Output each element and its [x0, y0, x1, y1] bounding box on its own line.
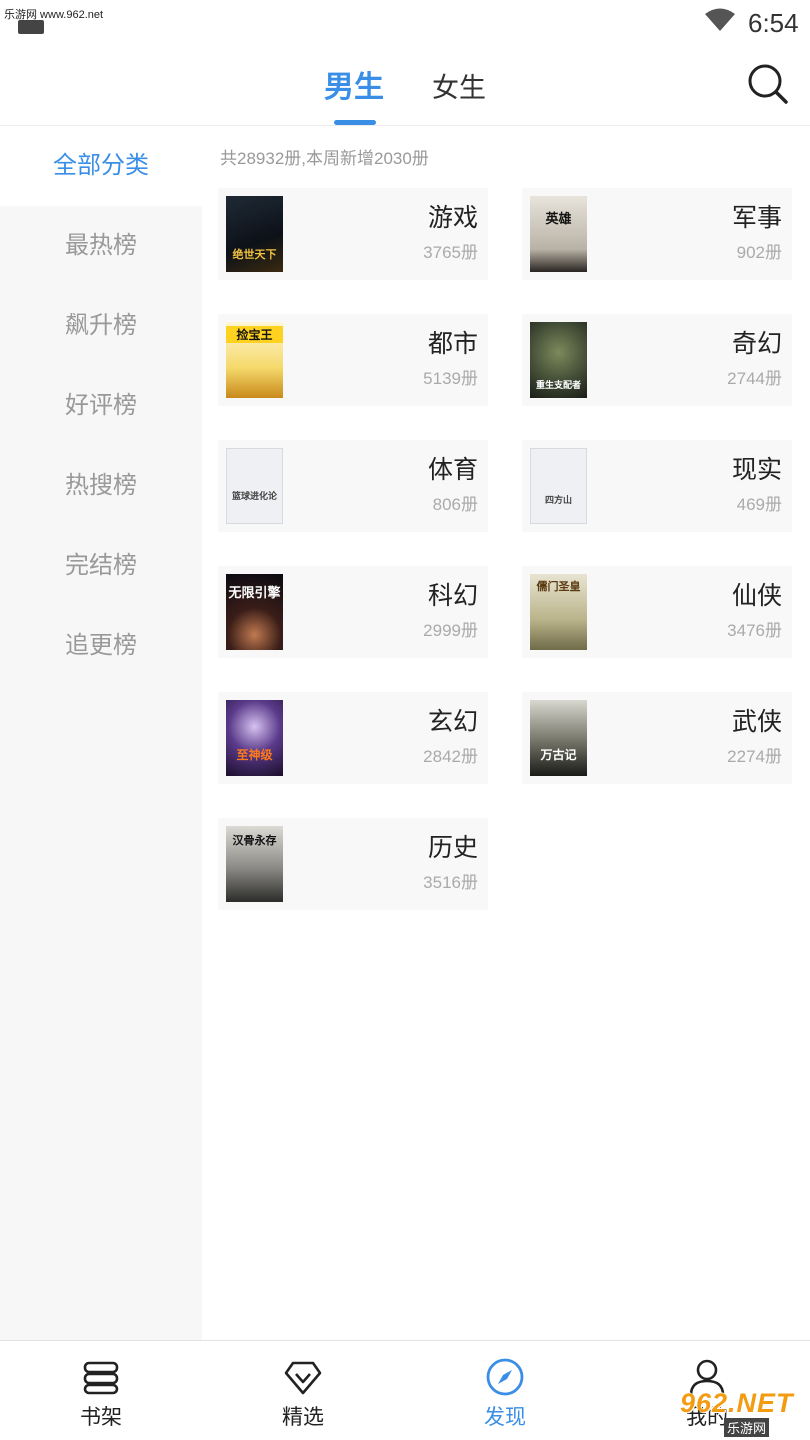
category-card-lishi[interactable]: 汉骨永存 历史 3516册 — [218, 818, 488, 910]
sidebar-item-rising[interactable]: 飙升榜 — [0, 286, 202, 366]
clock: 6:54 — [748, 8, 799, 38]
tab-female[interactable]: 女生 — [432, 66, 486, 105]
top-header: 男生 女生 — [0, 44, 810, 126]
category-sidebar: 全部分类 最热榜 飙升榜 好评榜 热搜榜 完结榜 追更榜 — [0, 126, 202, 1340]
book-cover: 汉骨永存 — [226, 826, 283, 902]
wifi-icon — [705, 8, 735, 31]
category-title: 体育 — [427, 456, 478, 484]
sidebar-item-hot-search[interactable]: 热搜榜 — [0, 446, 202, 526]
category-count: 3516册 — [423, 873, 478, 892]
category-count: 902册 — [736, 243, 782, 262]
sidebar-item-hottest[interactable]: 最热榜 — [0, 206, 202, 286]
bookshelf-icon — [83, 1361, 119, 1395]
category-count: 3476册 — [727, 621, 782, 640]
diamond-icon — [284, 1361, 322, 1395]
book-cover: 英雄 — [530, 196, 587, 272]
book-cover: 万古记 — [530, 700, 587, 776]
category-card-youxi[interactable]: 绝世天下 游戏 3765册 — [218, 188, 488, 280]
nav-bookshelf[interactable]: 书架 — [0, 1341, 202, 1440]
category-card-xuanhuan[interactable]: 至神级 玄幻 2842册 — [218, 692, 488, 784]
category-count: 2999册 — [423, 621, 478, 640]
tab-male[interactable]: 男生 — [324, 62, 384, 106]
nav-featured[interactable]: 精选 — [202, 1341, 404, 1440]
watermark-logo: 962.NET 乐游网 — [680, 1388, 794, 1437]
book-cover: 绝世天下 — [226, 196, 283, 272]
category-title: 游戏 — [427, 204, 478, 232]
category-count: 2842册 — [423, 747, 478, 766]
category-card-dushi[interactable]: 捡宝王 都市 5139册 — [218, 314, 488, 406]
book-cover: 无限引擎 — [226, 574, 283, 650]
nav-label: 书架 — [80, 1406, 122, 1429]
nav-label: 发现 — [484, 1406, 526, 1429]
book-cover: 至神级 — [226, 700, 283, 776]
category-title: 奇幻 — [731, 330, 782, 358]
category-title: 都市 — [427, 330, 478, 358]
notification-icon — [18, 20, 44, 34]
category-card-wuxia[interactable]: 万古记 武侠 2274册 — [522, 692, 792, 784]
category-count: 3765册 — [423, 243, 478, 262]
book-cover: 篮球进化论 — [226, 448, 283, 524]
category-count: 5139册 — [423, 369, 478, 388]
sidebar-item-all[interactable]: 全部分类 — [0, 126, 202, 206]
nav-discover[interactable]: 发现 — [404, 1341, 606, 1440]
category-card-qihuan[interactable]: 重生支配者 奇幻 2744册 — [522, 314, 792, 406]
category-card-junshi[interactable]: 英雄 军事 902册 — [522, 188, 792, 280]
nav-label: 精选 — [282, 1406, 324, 1429]
book-cover: 捡宝王 — [226, 322, 283, 398]
category-count: 806册 — [432, 495, 478, 514]
category-title: 仙侠 — [731, 582, 782, 610]
sidebar-item-top-rated[interactable]: 好评榜 — [0, 366, 202, 446]
sidebar-item-completed[interactable]: 完结榜 — [0, 526, 202, 606]
category-count: 2744册 — [727, 369, 782, 388]
category-title: 军事 — [731, 204, 782, 232]
category-card-tiyu[interactable]: 篮球进化论 体育 806册 — [218, 440, 488, 532]
summary-text: 共28932册,本周新增2030册 — [220, 149, 429, 168]
category-card-xianxia[interactable]: 儒门圣皇 仙侠 3476册 — [522, 566, 792, 658]
category-card-xianshi[interactable]: 四方山 现实 469册 — [522, 440, 792, 532]
category-count: 469册 — [736, 495, 782, 514]
category-title: 玄幻 — [427, 708, 478, 736]
search-icon[interactable] — [746, 62, 788, 104]
status-bar: 乐游网 www.962.net 6:54 — [0, 0, 810, 44]
book-cover: 四方山 — [530, 448, 587, 524]
category-title: 历史 — [427, 834, 478, 862]
category-title: 现实 — [731, 456, 782, 484]
compass-icon — [486, 1358, 524, 1396]
sidebar-item-following[interactable]: 追更榜 — [0, 606, 202, 686]
active-tab-indicator — [334, 120, 376, 125]
category-grid: 共28932册,本周新增2030册 绝世天下 游戏 3765册 英雄 军事 90… — [202, 126, 810, 1340]
category-title: 科幻 — [427, 582, 478, 610]
category-title: 武侠 — [731, 708, 782, 736]
book-cover: 重生支配者 — [530, 322, 587, 398]
book-cover: 儒门圣皇 — [530, 574, 587, 650]
category-card-kehuan[interactable]: 无限引擎 科幻 2999册 — [218, 566, 488, 658]
category-count: 2274册 — [727, 747, 782, 766]
